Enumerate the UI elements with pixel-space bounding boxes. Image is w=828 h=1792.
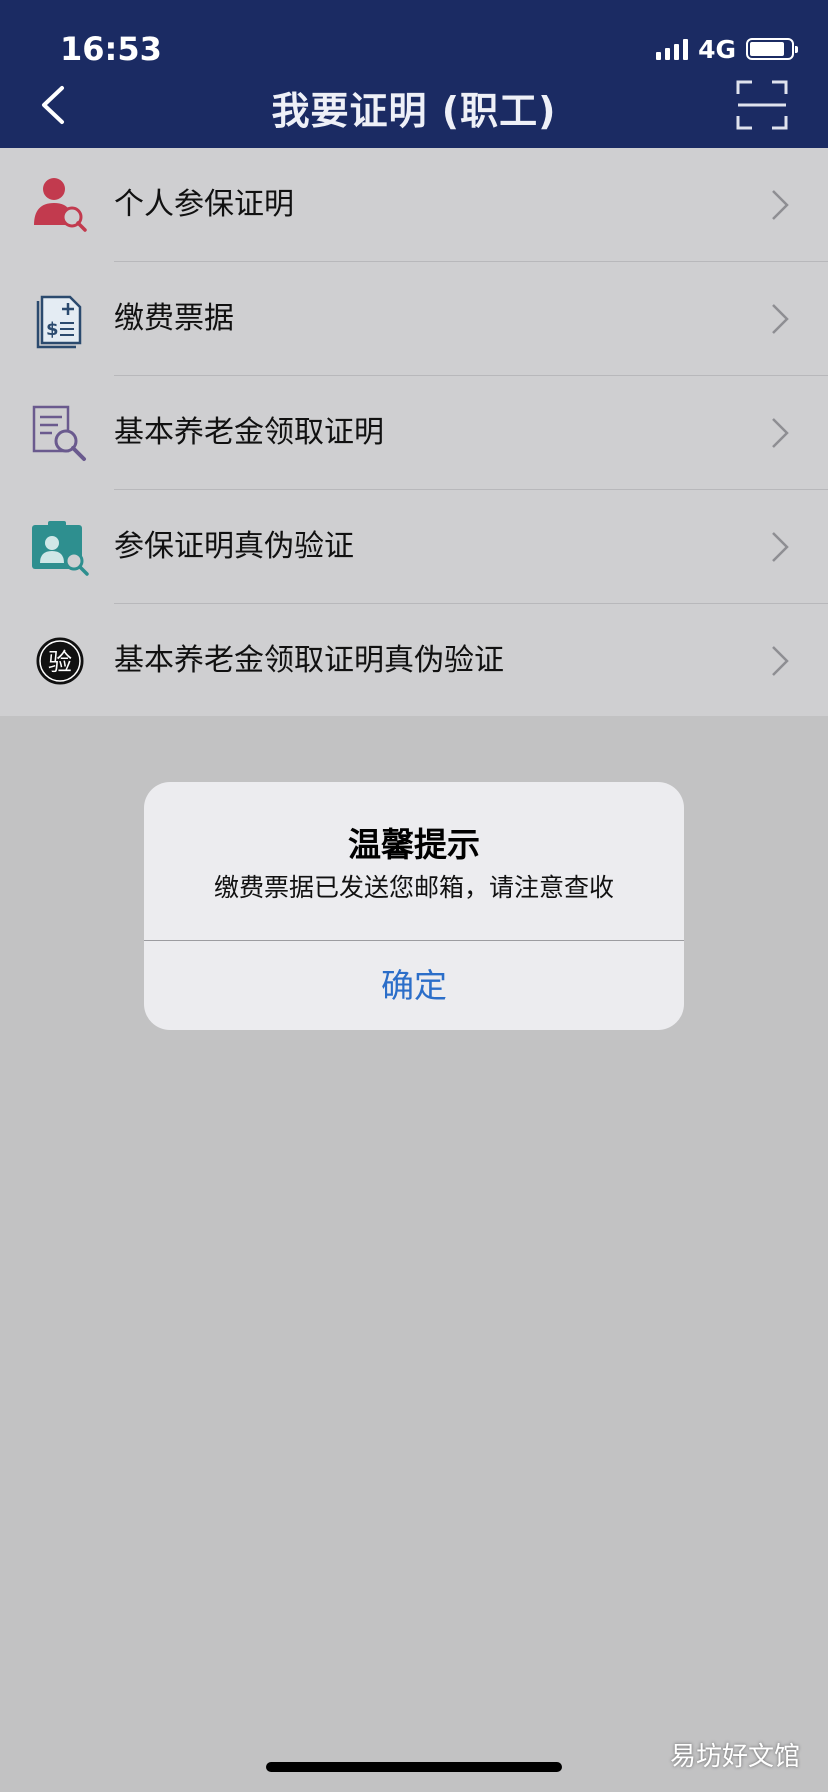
- certificate-menu-list: 个人参保证明 $ 缴费票据 基本养老金领取证明 参保证明真伪验证 验 基本养老金…: [0, 148, 828, 718]
- home-indicator[interactable]: [266, 1762, 562, 1772]
- menu-item-pension-certificate[interactable]: 基本养老金领取证明: [0, 376, 828, 490]
- chevron-right-icon: [772, 190, 789, 220]
- network-type: 4G: [698, 34, 736, 64]
- signal-strength-icon: [656, 38, 689, 60]
- scan-button[interactable]: [736, 80, 788, 130]
- document-search-icon: [30, 403, 90, 463]
- chevron-right-icon: [772, 532, 789, 562]
- confirm-button[interactable]: 确定: [144, 941, 684, 1030]
- chevron-right-icon: [772, 304, 789, 334]
- menu-item-label: 基本养老金领取证明真伪验证: [114, 643, 504, 678]
- status-indicators: 4G: [656, 34, 798, 64]
- menu-item-personal-insurance-certificate[interactable]: 个人参保证明: [0, 148, 828, 262]
- menu-item-label: 参保证明真伪验证: [114, 529, 354, 564]
- dialog-message: 缴费票据已发送您邮箱，请注意查收: [213, 873, 614, 902]
- person-search-icon: [30, 175, 90, 235]
- menu-item-label: 基本养老金领取证明: [114, 415, 384, 450]
- watermark: 易坊好文馆: [669, 1742, 800, 1772]
- alert-dialog: 温馨提示 缴费票据已发送您邮箱，请注意查收 确定: [144, 782, 684, 1030]
- navigation-bar: 16:53 4G 我要证明 (职工): [0, 0, 828, 148]
- id-card-search-icon: [30, 517, 90, 577]
- dialog-title: 温馨提示: [348, 825, 480, 864]
- scan-icon: [736, 80, 788, 130]
- receipt-icon: $: [30, 289, 90, 349]
- svg-text:$: $: [46, 319, 59, 340]
- page-title: 我要证明 (职工): [271, 89, 557, 133]
- menu-item-label: 个人参保证明: [114, 187, 294, 222]
- verify-badge-icon: 验: [30, 631, 90, 691]
- status-time: 16:53: [60, 30, 162, 68]
- menu-item-label: 缴费票据: [114, 301, 234, 336]
- menu-item-payment-receipt[interactable]: $ 缴费票据: [0, 262, 828, 376]
- battery-icon: [746, 38, 798, 60]
- chevron-right-icon: [772, 418, 789, 448]
- svg-text:验: 验: [48, 648, 72, 676]
- menu-item-pension-verification[interactable]: 验 基本养老金领取证明真伪验证: [0, 604, 828, 718]
- menu-item-insurance-verification[interactable]: 参保证明真伪验证: [0, 490, 828, 604]
- chevron-right-icon: [772, 646, 789, 676]
